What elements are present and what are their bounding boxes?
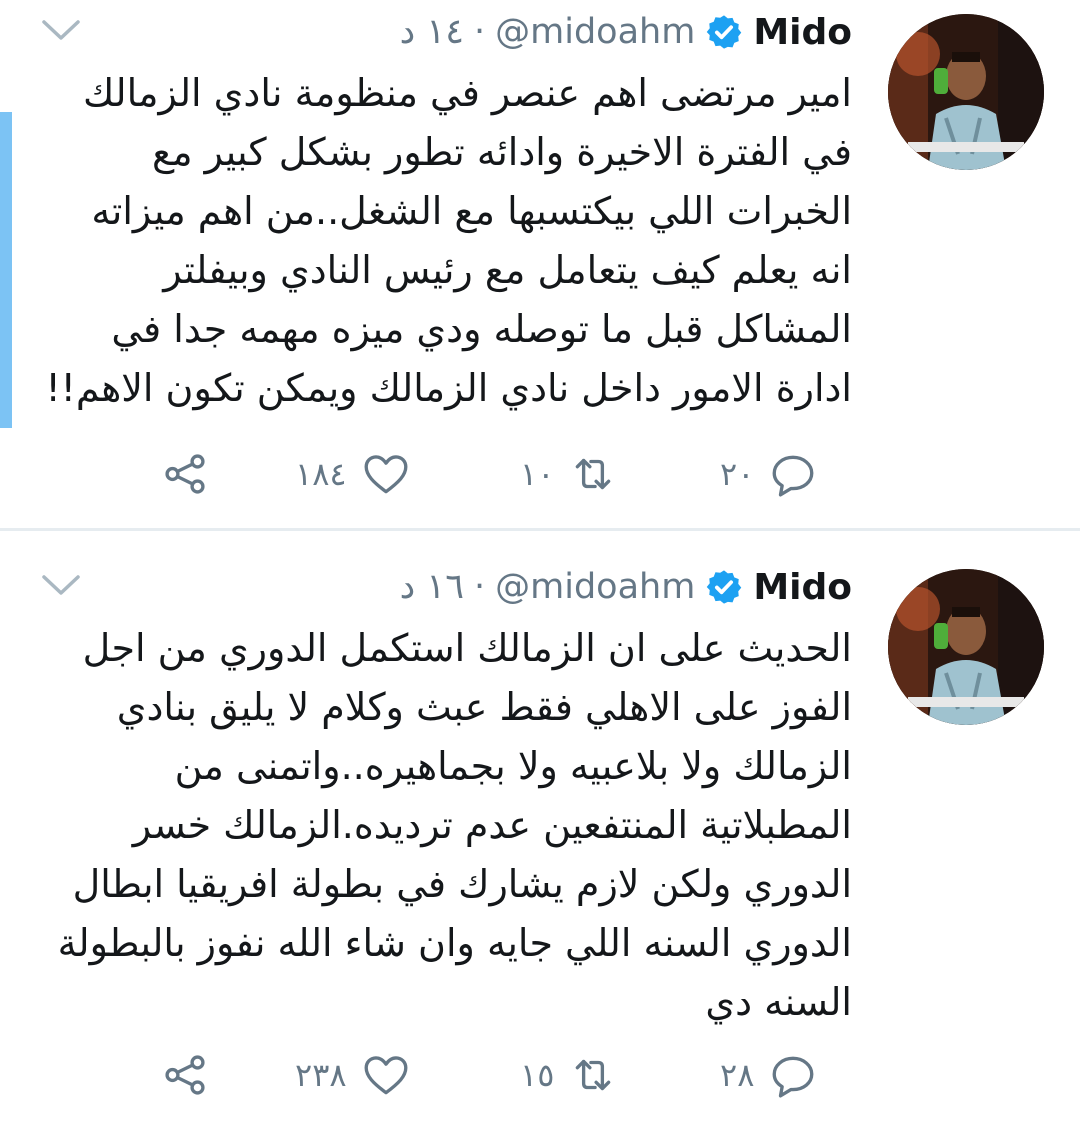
like-button[interactable]: ٢٣٨: [295, 1045, 411, 1105]
avatar[interactable]: [888, 569, 1044, 725]
share-button[interactable]: [160, 444, 210, 504]
author-handle[interactable]: @midoahm: [495, 12, 695, 52]
like-count: ١٨٤: [295, 455, 347, 493]
author-name[interactable]: Mido: [753, 12, 852, 53]
tweet-text-line: في الفترة الاخيرة وادائه تطور بشكل كبير …: [151, 130, 852, 174]
header-separator: ·: [474, 12, 486, 52]
tweet[interactable]: Mido @midoahm · ١٤ د امير مرتضى اهم عنصر…: [0, 0, 1080, 528]
tweet[interactable]: Mido @midoahm · ١٦ د الحديث على ان الزما…: [0, 531, 1080, 1127]
retweet-count: ١٠: [520, 455, 555, 493]
tweet-text-line: الدوري ولكن لازم يشارك في بطولة افريقيا …: [72, 862, 852, 906]
tweet-actions: ٢٣٨ ١٥ ٢٨: [150, 1045, 860, 1105]
tweet-timestamp[interactable]: ١٤ د: [400, 12, 464, 52]
reply-count: ٢٠: [720, 455, 755, 493]
tweet-text-line: ادارة الامور داخل نادي الزمالك ويمكن تكو…: [45, 366, 852, 410]
tweet-header: Mido @midoahm · ١٦ د: [400, 557, 852, 617]
tweet-text-line: الزمالك ولا بلاعبيه ولا بجماهيره..واتمنى…: [174, 744, 852, 788]
tweet-text-line: انه يعلم كيف يتعامل مع رئيس النادي وبيفل…: [163, 248, 852, 292]
verified-badge-icon: [705, 568, 743, 606]
reply-count: ٢٨: [720, 1056, 755, 1094]
reply-icon: [772, 455, 814, 497]
thread-indicator: [0, 112, 12, 428]
tweet-feed: Mido @midoahm · ١٤ د امير مرتضى اهم عنصر…: [0, 0, 1080, 1127]
retweet-button[interactable]: ١٥: [520, 1045, 618, 1105]
tweet-text-line: امير مرتضى اهم عنصر في منظومة نادي الزما…: [82, 71, 852, 115]
heart-icon: [364, 455, 408, 494]
verified-badge-icon: [705, 13, 743, 51]
tweet-text-line: المطبلاتية المنتفعين عدم ترديده.الزمالك …: [132, 803, 852, 847]
reply-icon: [772, 1056, 814, 1098]
tweet-header: Mido @midoahm · ١٤ د: [400, 2, 852, 62]
retweet-icon: [576, 458, 611, 490]
retweet-count: ١٥: [520, 1056, 555, 1094]
author-handle[interactable]: @midoahm: [495, 567, 695, 607]
tweet-text: امير مرتضى اهم عنصر في منظومة نادي الزما…: [45, 64, 852, 418]
header-separator: ·: [474, 567, 486, 607]
reply-button[interactable]: ٢٨: [720, 1045, 818, 1105]
reply-button[interactable]: ٢٠: [720, 444, 818, 504]
tweet-text: الحديث على ان الزمالك استكمل الدوري من ا…: [52, 619, 852, 1032]
tweet-text-line: الدوري السنه اللي جايه وان شاء الله نفوز…: [57, 921, 852, 965]
chevron-down-icon[interactable]: [38, 16, 84, 46]
chevron-down-icon[interactable]: [38, 571, 84, 601]
like-count: ٢٣٨: [295, 1056, 347, 1094]
tweet-text-line: المشاكل قبل ما توصله ودي ميزه مهمه جدا ف…: [111, 307, 852, 351]
tweet-text-line: السنه دي: [705, 980, 852, 1024]
avatar[interactable]: [888, 14, 1044, 170]
retweet-icon: [576, 1059, 611, 1091]
share-button[interactable]: [160, 1045, 210, 1105]
like-button[interactable]: ١٨٤: [295, 444, 411, 504]
tweet-actions: ١٨٤ ١٠ ٢٠: [150, 444, 860, 504]
retweet-button[interactable]: ١٠: [520, 444, 618, 504]
tweet-text-line: الحديث على ان الزمالك استكمل الدوري من ا…: [82, 626, 852, 670]
heart-icon: [364, 1056, 408, 1095]
author-name[interactable]: Mido: [753, 567, 852, 608]
tweet-text-line: الفوز على الاهلي فقط عبث وكلام لا يليق ب…: [116, 685, 852, 729]
tweet-timestamp[interactable]: ١٦ د: [400, 567, 464, 607]
tweet-text-line: الخبرات اللي بيكتسبها مع الشغل..من اهم م…: [91, 189, 852, 233]
share-icon: [165, 454, 205, 494]
share-icon: [165, 1055, 205, 1095]
